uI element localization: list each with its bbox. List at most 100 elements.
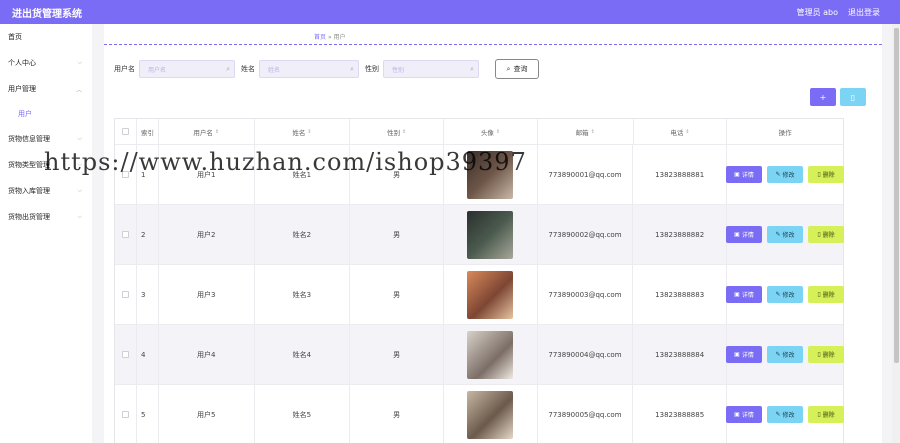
header-label: 姓名 bbox=[292, 128, 306, 137]
table-row: 3 用户3 姓名3 男 773890003@qq.com 13823888883… bbox=[115, 265, 844, 325]
row-checkbox[interactable] bbox=[121, 411, 129, 418]
header-phone[interactable]: 电话 ⇕ bbox=[634, 119, 728, 144]
breadcrumb-current: 用户 bbox=[333, 34, 346, 41]
header-ops: 操作 bbox=[778, 128, 792, 137]
detail-icon: ▣ bbox=[734, 351, 740, 358]
batch-delete-button[interactable]: ▯ bbox=[840, 88, 866, 106]
avatar[interactable] bbox=[467, 330, 514, 379]
username-input[interactable]: 用户名 ⌕ bbox=[139, 60, 235, 78]
row-phone: 13823888881 bbox=[633, 145, 727, 204]
row-username: 用户5 bbox=[159, 385, 255, 443]
edit-icon: ✎ bbox=[775, 411, 781, 418]
app-title: 进出货管理系统 bbox=[12, 8, 82, 20]
sidebar-item-label: 货物入库管理 bbox=[8, 187, 50, 195]
sidebar-subitem-label: 用户 bbox=[18, 110, 32, 118]
sort-icon: ⇕ bbox=[402, 128, 407, 135]
sort-icon: ⇕ bbox=[590, 128, 595, 135]
detail-label: 详情 bbox=[741, 352, 754, 359]
row-name: 姓名3 bbox=[255, 265, 351, 324]
sidebar-item-goods-inbound[interactable]: 货物入库管理 ⌵ bbox=[0, 178, 92, 204]
logout-link[interactable]: 退出登录 bbox=[848, 7, 880, 18]
header-label: 电话 bbox=[670, 128, 684, 137]
edit-button[interactable]: ✎ 修改 bbox=[767, 286, 803, 303]
row-name: 姓名5 bbox=[255, 385, 351, 443]
select-all-checkbox[interactable] bbox=[121, 128, 129, 135]
row-gender: 男 bbox=[350, 265, 444, 324]
delete-button[interactable]: ▯ 删除 bbox=[808, 406, 844, 423]
delete-button[interactable]: ▯ 删除 bbox=[808, 286, 844, 303]
row-email: 773890004@qq.com bbox=[538, 325, 634, 384]
search-icon: ⌕ bbox=[226, 64, 230, 73]
edit-button[interactable]: ✎ 修改 bbox=[767, 226, 803, 243]
avatar[interactable] bbox=[467, 390, 514, 439]
header-label: 邮箱 bbox=[575, 128, 589, 137]
row-gender: 男 bbox=[350, 325, 444, 384]
detail-icon: ▣ bbox=[734, 171, 740, 178]
edit-button[interactable]: ✎ 修改 bbox=[767, 166, 803, 183]
detail-button[interactable]: ▣ 详情 bbox=[726, 166, 762, 183]
chevron-down-icon: ⌵ bbox=[77, 59, 82, 66]
detail-label: 详情 bbox=[741, 232, 754, 239]
chevron-down-icon: ⌵ bbox=[77, 135, 82, 142]
trash-icon: ▯ bbox=[817, 291, 821, 298]
detail-button[interactable]: ▣ 详情 bbox=[726, 226, 762, 243]
header-name[interactable]: 姓名 ⇕ bbox=[255, 119, 351, 144]
detail-button[interactable]: ▣ 详情 bbox=[726, 346, 762, 363]
row-checkbox[interactable] bbox=[121, 231, 129, 238]
delete-button[interactable]: ▯ 删除 bbox=[808, 166, 844, 183]
watermark-text: https://www.huzhan.com/ishop39397 bbox=[44, 148, 527, 176]
row-checkbox[interactable] bbox=[121, 351, 129, 358]
sort-icon: ⇕ bbox=[214, 128, 220, 135]
edit-label: 修改 bbox=[782, 292, 795, 299]
scrollbar-thumb[interactable] bbox=[894, 28, 899, 363]
edit-button[interactable]: ✎ 修改 bbox=[767, 406, 803, 423]
delete-label: 删除 bbox=[822, 352, 835, 359]
search-button[interactable]: ⌕ 查询 bbox=[495, 59, 539, 79]
sort-icon: ⇕ bbox=[685, 128, 690, 135]
sort-icon: ⇕ bbox=[307, 128, 312, 135]
avatar[interactable] bbox=[467, 270, 514, 319]
add-button[interactable]: + bbox=[810, 88, 836, 106]
search-icon: ⌕ bbox=[506, 64, 511, 73]
sidebar-item-home[interactable]: 首页 bbox=[0, 24, 92, 50]
edit-label: 修改 bbox=[782, 172, 795, 179]
breadcrumb: 首页 » 用户 bbox=[314, 32, 346, 41]
delete-button[interactable]: ▯ 删除 bbox=[808, 346, 844, 363]
trash-icon: ▯ bbox=[817, 411, 821, 418]
sidebar-item-label: 个人中心 bbox=[8, 59, 36, 67]
row-name: 姓名4 bbox=[255, 325, 351, 384]
row-index: 4 bbox=[137, 325, 159, 384]
row-email: 773890003@qq.com bbox=[538, 265, 634, 324]
sidebar: 首页 个人中心 ⌵ 用户管理 ︿ 用户 货物信息管理 ⌵ 货物类型管理 ⌵ 货物… bbox=[0, 24, 92, 443]
detail-icon: ▣ bbox=[734, 291, 740, 298]
search-bar: 用户名 用户名 ⌕ 姓名 姓名 ⌕ 性别 性别 ⌕ ⌕ 查询 bbox=[114, 59, 539, 79]
detail-button[interactable]: ▣ 详情 bbox=[726, 406, 762, 423]
edit-button[interactable]: ✎ 修改 bbox=[767, 346, 803, 363]
sidebar-item-goods-outbound[interactable]: 货物出货管理 ⌵ bbox=[0, 204, 92, 230]
avatar[interactable] bbox=[467, 210, 514, 259]
row-checkbox[interactable] bbox=[121, 291, 129, 298]
breadcrumb-home[interactable]: 首页 bbox=[314, 34, 326, 41]
name-input[interactable]: 姓名 ⌕ bbox=[259, 60, 359, 78]
header-username[interactable]: 用户名 ⇕ bbox=[159, 119, 255, 144]
delete-button[interactable]: ▯ 删除 bbox=[808, 226, 844, 243]
gender-input[interactable]: 性别 ⌕ bbox=[383, 60, 479, 78]
header-label: 头像 bbox=[480, 128, 494, 137]
row-email: 773890002@qq.com bbox=[538, 205, 634, 264]
row-phone: 13823888883 bbox=[633, 265, 727, 324]
header-gender[interactable]: 性别 ⇕ bbox=[350, 119, 445, 144]
trash-icon: ▯ bbox=[850, 92, 856, 102]
top-header: 进出货管理系统 管理员 abo 退出登录 bbox=[0, 0, 900, 24]
row-phone: 13823888885 bbox=[633, 385, 727, 443]
sidebar-item-profile[interactable]: 个人中心 ⌵ bbox=[0, 50, 92, 76]
header-email[interactable]: 邮箱 ⇕ bbox=[538, 119, 634, 144]
delete-label: 删除 bbox=[822, 412, 835, 419]
name-label: 姓名 bbox=[241, 65, 255, 73]
row-username: 用户4 bbox=[159, 325, 255, 384]
sidebar-subitem-users[interactable]: 用户 bbox=[0, 102, 92, 126]
header-avatar[interactable]: 头像 ⇕ bbox=[444, 119, 538, 144]
name-placeholder: 姓名 bbox=[268, 66, 281, 74]
sidebar-item-user-management[interactable]: 用户管理 ︿ bbox=[0, 76, 92, 102]
sidebar-item-label: 货物出货管理 bbox=[8, 213, 50, 221]
detail-button[interactable]: ▣ 详情 bbox=[726, 286, 762, 303]
